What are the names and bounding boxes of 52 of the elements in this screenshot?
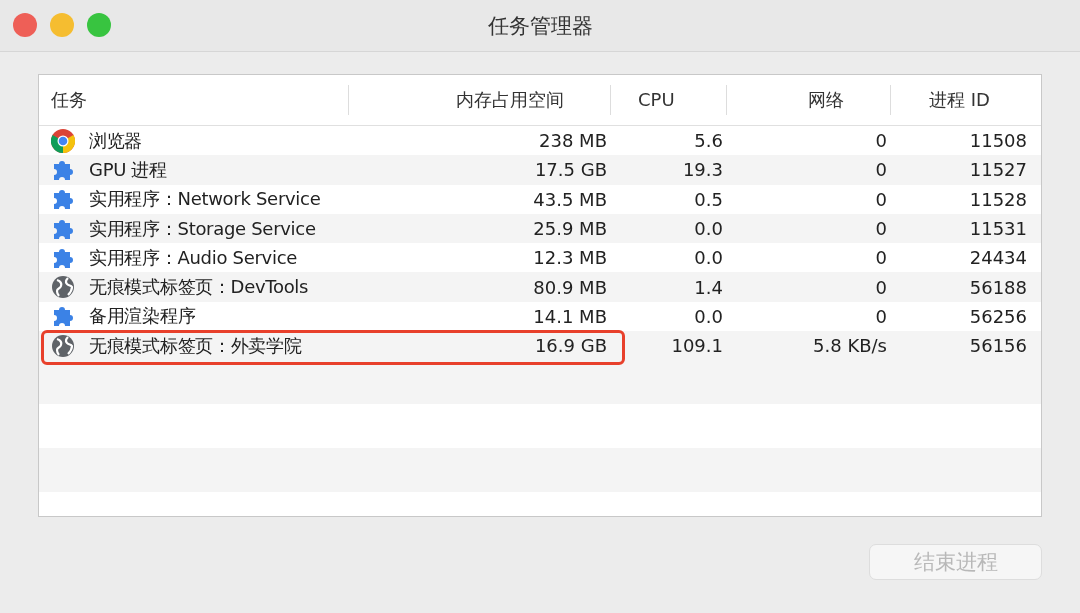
table-cell-text: 0.5 bbox=[693, 188, 724, 210]
table-cell-text: 25.9 MB bbox=[532, 218, 608, 240]
table-cell-text: 0.0 bbox=[693, 247, 724, 269]
table-cell-text: 0.0 bbox=[693, 305, 724, 327]
task-name: 无痕模式标签页：DevTools bbox=[89, 275, 309, 300]
puzzle-piece-icon bbox=[51, 187, 75, 212]
table-cell-text: 0 bbox=[874, 305, 888, 327]
table-cell-text: 0 bbox=[874, 159, 888, 181]
table-cell-text: 1.4 bbox=[693, 276, 724, 298]
table-cell-text: 24434 bbox=[968, 247, 1028, 269]
table-cell-text: 0 bbox=[874, 218, 888, 240]
table-cell-text: 56156 bbox=[968, 335, 1028, 357]
puzzle-piece-icon bbox=[51, 304, 75, 329]
table-cell-text: 109.1 bbox=[670, 335, 724, 357]
table-cell-text: 11531 bbox=[968, 218, 1028, 240]
table-cell-text: 11527 bbox=[968, 159, 1028, 181]
table-cell-text: 80.9 MB bbox=[532, 276, 608, 298]
table-cell-text: 0 bbox=[874, 276, 888, 298]
table-cell-text: 14.1 MB bbox=[532, 305, 608, 327]
task-name: GPU 进程 bbox=[89, 157, 167, 182]
task-name: 实用程序：Network Service bbox=[89, 187, 321, 212]
table-cell-text: 11528 bbox=[968, 188, 1028, 210]
table-cell-text: 0 bbox=[874, 130, 888, 152]
column-header[interactable]: 内存占用空间 bbox=[349, 85, 611, 115]
table-cell-text: 19.3 bbox=[681, 159, 724, 181]
table-cell-text: 0 bbox=[874, 188, 888, 210]
minimize-button[interactable] bbox=[50, 13, 74, 37]
table-cell-text: 12.3 MB bbox=[532, 247, 608, 269]
table-cell-text: 5.6 bbox=[693, 130, 724, 152]
table-cell-text: 43.5 MB bbox=[532, 188, 608, 210]
task-name: 浏览器 bbox=[89, 128, 143, 153]
table-cell-text: 17.5 GB bbox=[533, 159, 608, 181]
table-cell-text: 56256 bbox=[968, 305, 1028, 327]
task-name: 无痕模式标签页：外卖学院 bbox=[89, 333, 302, 358]
window-title: 任务管理器 bbox=[487, 12, 593, 40]
zoom-button[interactable] bbox=[87, 13, 111, 37]
close-button[interactable] bbox=[13, 13, 37, 37]
column-header[interactable]: 进程 ID bbox=[891, 85, 1041, 115]
table-cell-text: 238 MB bbox=[538, 130, 608, 152]
column-header[interactable]: 任务 bbox=[39, 85, 349, 115]
chrome-logo-icon bbox=[51, 128, 75, 153]
table-cell-text: 56188 bbox=[968, 276, 1028, 298]
task-name: 备用渲染程序 bbox=[89, 304, 196, 329]
column-header[interactable]: 网络 bbox=[727, 85, 891, 115]
table-cell-text: 0 bbox=[874, 247, 888, 269]
task-name: 实用程序：Audio Service bbox=[89, 245, 297, 270]
table-cell-text: 0.0 bbox=[693, 218, 724, 240]
column-header[interactable]: CPU bbox=[611, 85, 727, 115]
table-cell-text: 16.9 GB bbox=[533, 335, 608, 357]
task-name: 实用程序：Storage Service bbox=[89, 216, 316, 241]
table-cell-text: 5.8 KB/s bbox=[812, 335, 888, 357]
table-cell-text: 11508 bbox=[968, 130, 1028, 152]
